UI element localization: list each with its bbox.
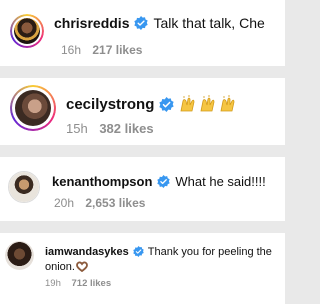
comment-line: kenanthompson What he said!!!!	[52, 172, 266, 190]
timestamp[interactable]: 19h	[45, 278, 61, 289]
comment-meta: 19h 712 likes	[45, 278, 111, 289]
verified-badge-icon	[159, 96, 174, 112]
username[interactable]: iamwandasykes	[45, 246, 129, 258]
comment-line-2: onion.	[45, 259, 88, 274]
username[interactable]: chrisreddis	[54, 15, 129, 31]
comment-card: chrisreddis Talk that talk, Che 16h 217 …	[0, 0, 285, 66]
username[interactable]: kenanthompson	[52, 174, 152, 189]
comment-text-continued: onion.	[45, 260, 75, 273]
likes-count[interactable]: 382 likes	[99, 121, 153, 136]
verified-badge-icon	[133, 246, 144, 257]
likes-count[interactable]: 217 likes	[92, 43, 142, 57]
comment-meta: 16h 217 likes	[61, 43, 142, 57]
comment-text: Talk that talk, Che	[153, 15, 265, 31]
avatar[interactable]	[10, 14, 44, 48]
comment-line: cecilystrong	[66, 93, 237, 115]
raising-hands-icon	[179, 95, 237, 113]
avatar-photo	[9, 172, 39, 202]
comment-card: cecilystrong 15h 382 likes	[0, 78, 285, 145]
avatar[interactable]	[10, 85, 56, 131]
comment-meta: 20h 2,653 likes	[54, 196, 145, 210]
likes-count[interactable]: 712 likes	[72, 278, 112, 289]
timestamp[interactable]: 15h	[66, 121, 88, 136]
verified-badge-icon	[157, 174, 171, 188]
comment-card: iamwandasykes Thank you for peeling the …	[0, 233, 285, 304]
avatar[interactable]	[5, 241, 34, 270]
comment-text: What he said!!!!	[175, 173, 266, 189]
heart-hands-icon	[76, 261, 88, 273]
avatar[interactable]	[8, 171, 40, 203]
username[interactable]: cecilystrong	[66, 96, 154, 113]
comment-line: chrisreddis Talk that talk, Che	[54, 14, 265, 32]
likes-count[interactable]: 2,653 likes	[85, 196, 145, 210]
comment-line: iamwandasykes Thank you for peeling the	[45, 244, 272, 259]
comment-card: kenanthompson What he said!!!! 20h 2,653…	[0, 157, 285, 221]
comment-meta: 15h 382 likes	[66, 121, 154, 136]
verified-badge-icon	[134, 16, 149, 30]
timestamp[interactable]: 20h	[54, 196, 74, 210]
comment-text: Thank you for peeling the	[147, 245, 272, 258]
avatar-photo	[15, 90, 51, 126]
timestamp[interactable]: 16h	[61, 43, 81, 57]
avatar-photo	[5, 241, 34, 270]
avatar-photo	[14, 18, 40, 44]
